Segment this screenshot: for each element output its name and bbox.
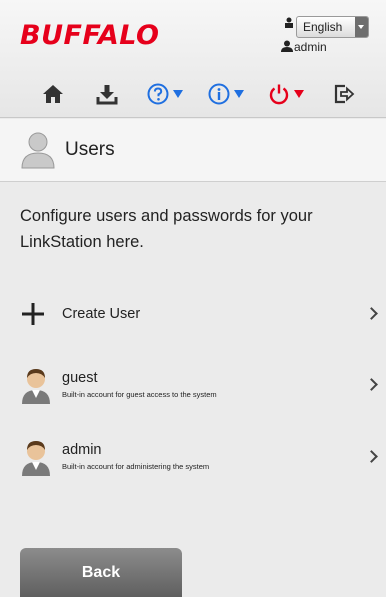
- user-name: guest: [62, 370, 98, 386]
- user-description: Built-in account for guest access to the…: [62, 390, 217, 399]
- info-menu-button[interactable]: [208, 80, 244, 108]
- user-description: Built-in account for administering the s…: [62, 462, 210, 471]
- power-icon: [269, 84, 289, 105]
- power-menu-button[interactable]: [268, 80, 304, 108]
- plus-icon: [22, 303, 44, 325]
- chevron-right-icon: [365, 307, 378, 320]
- caret-down-icon: [234, 90, 244, 98]
- download-button[interactable]: [96, 80, 118, 108]
- logout-button[interactable]: [333, 80, 355, 108]
- create-user-row[interactable]: Create User: [0, 289, 386, 339]
- chevron-right-icon: [365, 450, 378, 463]
- chevron-down-icon: [355, 17, 368, 37]
- logout-icon: [334, 84, 355, 104]
- info-icon: [208, 83, 230, 105]
- user-row-admin[interactable]: admin Built-in account for administering…: [0, 432, 386, 482]
- download-icon: [96, 85, 118, 105]
- chevron-right-icon: [365, 378, 378, 391]
- user-row-guest[interactable]: guest Built-in account for guest access …: [0, 360, 386, 410]
- user-silhouette-icon: [21, 132, 55, 169]
- caret-down-icon: [294, 90, 304, 98]
- caret-down-icon: [173, 90, 183, 98]
- language-icon: [285, 17, 293, 28]
- help-icon: [147, 83, 169, 105]
- create-user-label: Create User: [62, 306, 141, 322]
- page-header: Users: [0, 119, 386, 182]
- language-select-value: English: [303, 20, 343, 34]
- app-header: BUFFALO English admin: [0, 0, 386, 118]
- user-avatar-icon: [22, 441, 50, 476]
- home-button[interactable]: [42, 80, 64, 108]
- help-menu-button[interactable]: [147, 80, 183, 108]
- user-avatar-icon: [22, 369, 50, 404]
- user-name: admin: [62, 442, 102, 458]
- page-description: Configure users and passwords for your L…: [20, 207, 313, 251]
- brand-logo: BUFFALO: [20, 20, 160, 51]
- user-icon: [281, 40, 293, 52]
- home-icon: [43, 85, 63, 103]
- back-button[interactable]: Back: [20, 548, 182, 597]
- page-title: Users: [65, 139, 115, 160]
- current-user: admin: [294, 40, 327, 54]
- language-select[interactable]: English: [296, 16, 369, 38]
